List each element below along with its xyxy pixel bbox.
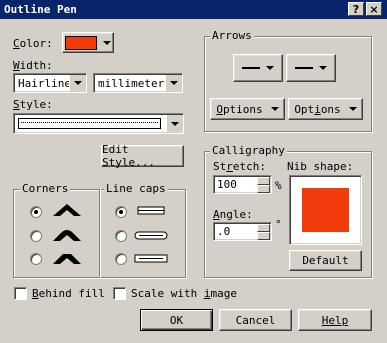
- line-cap-radio-2[interactable]: [115, 230, 127, 242]
- ok-button[interactable]: OK: [140, 309, 213, 331]
- stretch-value: 100: [217, 178, 237, 191]
- scale-with-image-checkbox[interactable]: [113, 287, 126, 300]
- square-cap-icon: [134, 254, 168, 263]
- butt-cap-icon: [137, 206, 165, 215]
- help-button[interactable]: Help: [298, 309, 372, 331]
- stretch-down-button[interactable]: [257, 185, 270, 193]
- group-divider: [99, 189, 100, 278]
- chevron-down-icon: [348, 107, 357, 111]
- nib-shape-preview[interactable]: [289, 175, 362, 245]
- angle-unit: °: [275, 218, 282, 231]
- bevel-corner-icon: [53, 254, 81, 264]
- help-title-button[interactable]: ?: [348, 2, 364, 16]
- chevron-down-icon: [266, 66, 274, 70]
- width-value: Hairline: [18, 77, 71, 90]
- round-cap-icon: [134, 231, 168, 240]
- scale-with-image-label: Scale with image: [131, 287, 237, 300]
- arrows-title: Arrows: [210, 29, 254, 42]
- nib-shape-square: [302, 188, 349, 232]
- end-arrow-button[interactable]: [286, 54, 336, 82]
- chevron-down-icon: [170, 121, 179, 126]
- stretch-spinbox[interactable]: 100: [213, 175, 272, 194]
- start-arrow-button[interactable]: [233, 54, 283, 82]
- line-end-icon: [295, 67, 313, 69]
- units-select[interactable]: millimeters: [93, 73, 183, 93]
- line-cap-radio-3[interactable]: [115, 253, 127, 265]
- chevron-down-icon: [169, 81, 178, 85]
- angle-label: Angle:: [213, 208, 253, 221]
- color-label: Color:: [13, 37, 53, 50]
- style-dropdown-button[interactable]: [166, 115, 182, 132]
- stretch-unit: %: [275, 179, 282, 192]
- chevron-down-icon: [270, 107, 279, 111]
- behind-fill-checkbox[interactable]: [14, 287, 27, 300]
- units-dropdown-button[interactable]: [165, 75, 181, 91]
- color-swatch: [65, 35, 97, 50]
- round-corner-icon: [53, 230, 81, 241]
- edit-style-button[interactable]: Edit Style...: [101, 143, 184, 169]
- style-label: Style:: [13, 98, 53, 111]
- style-select[interactable]: [13, 113, 184, 134]
- question-icon: ?: [352, 2, 360, 16]
- chevron-down-icon: [319, 66, 327, 70]
- color-picker-button[interactable]: [62, 32, 114, 53]
- angle-value: .0: [217, 225, 231, 238]
- width-select[interactable]: Hairline: [13, 73, 87, 93]
- corner-radio-2[interactable]: [30, 230, 42, 242]
- width-dropdown-button[interactable]: [69, 75, 85, 91]
- style-preview: [18, 118, 161, 129]
- angle-spinbox[interactable]: .0: [213, 222, 272, 241]
- nib-shape-label: Nib shape:: [287, 160, 354, 173]
- line-end-icon: [242, 67, 260, 69]
- angle-up-button[interactable]: [257, 224, 270, 232]
- chevron-down-icon: [103, 40, 111, 45]
- close-title-button[interactable]: ×: [366, 2, 382, 16]
- width-label: Width:: [13, 59, 53, 72]
- corners-title: Corners: [20, 182, 71, 195]
- stretch-label: Stretch:: [213, 160, 266, 173]
- window-title: Outline Pen: [4, 3, 77, 16]
- corner-radio-3[interactable]: [30, 253, 42, 265]
- calligraphy-title: Calligraphy: [210, 144, 287, 157]
- line-cap-radio-1[interactable]: [115, 206, 127, 218]
- line-caps-title: Line caps: [104, 182, 168, 195]
- miter-corner-icon: [53, 204, 81, 216]
- close-icon: ×: [369, 2, 379, 16]
- corner-radio-1[interactable]: [30, 206, 42, 218]
- angle-down-button[interactable]: [257, 232, 270, 240]
- chevron-down-icon: [73, 81, 82, 85]
- stretch-up-button[interactable]: [257, 177, 270, 185]
- arrow-options-left-button[interactable]: Options: [210, 98, 285, 120]
- arrow-options-right-button[interactable]: Options: [288, 98, 363, 120]
- cancel-button[interactable]: Cancel: [219, 309, 292, 331]
- default-button[interactable]: Default: [289, 250, 362, 271]
- units-value: millimeters: [98, 77, 171, 90]
- behind-fill-label: Behind fill: [32, 287, 105, 300]
